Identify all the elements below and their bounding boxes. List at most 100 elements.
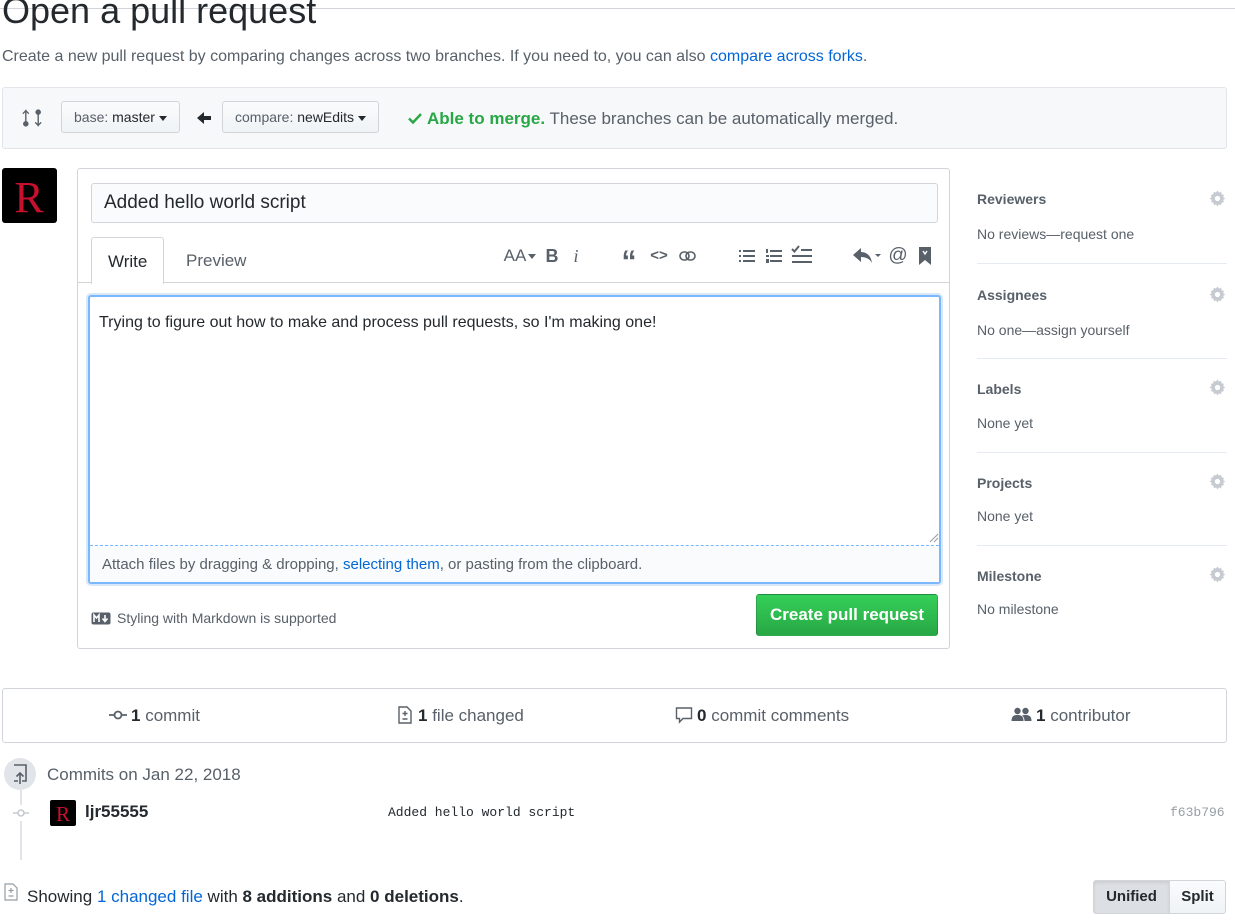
commit-comments-tab[interactable]: 0 commit comments bbox=[675, 705, 849, 727]
unordered-list-icon[interactable] bbox=[738, 247, 756, 265]
chevron-down-icon bbox=[158, 115, 167, 121]
header-text-button[interactable]: AA bbox=[502, 245, 538, 267]
labels-value: None yet bbox=[977, 415, 1034, 431]
sidebar-labels: Labels None yet bbox=[977, 359, 1227, 453]
projects-value: None yet bbox=[977, 508, 1034, 524]
labels-heading[interactable]: Labels bbox=[977, 380, 1021, 398]
reply-icon[interactable] bbox=[852, 246, 882, 266]
italic-button[interactable]: i bbox=[569, 245, 583, 267]
link-icon[interactable] bbox=[678, 247, 698, 265]
markdown-hint-text[interactable]: Styling with Markdown is supported bbox=[117, 610, 336, 626]
deletions-count: 0 deletions bbox=[370, 887, 459, 906]
title-input[interactable]: Added hello world script bbox=[91, 183, 938, 223]
markdown-hint: Styling with Markdown is supported bbox=[91, 609, 336, 627]
merge-status: Able to merge. These branches can be aut… bbox=[408, 108, 898, 130]
comment-icon bbox=[675, 707, 693, 724]
bookmark-icon[interactable] bbox=[918, 246, 932, 266]
commits-tab[interactable]: 1 commit bbox=[109, 705, 200, 727]
attach-text: Attach files by dragging & dropping, bbox=[102, 556, 343, 573]
sidebar-assignees: Assignees No one—assign yourself bbox=[977, 264, 1227, 359]
markdown-icon bbox=[91, 612, 111, 625]
comment-body-textarea[interactable] bbox=[88, 295, 941, 584]
timeline-line bbox=[20, 790, 22, 860]
base-value: master bbox=[112, 109, 155, 125]
compare-arrows-icon bbox=[22, 109, 42, 127]
milestone-heading[interactable]: Milestone bbox=[977, 567, 1042, 585]
milestone-value: No milestone bbox=[977, 601, 1059, 617]
tab-write[interactable]: Write bbox=[91, 237, 165, 284]
comment-body-text: Trying to figure out how to make and pro… bbox=[99, 314, 657, 331]
svg-text:R: R bbox=[56, 802, 70, 826]
merge-ok-text: Able to merge. bbox=[427, 109, 546, 128]
subtitle-text: Create a new pull request by comparing c… bbox=[2, 48, 710, 65]
sidebar-projects: Projects None yet bbox=[977, 453, 1227, 546]
files-changed-tab[interactable]: 1 file changed bbox=[396, 705, 524, 727]
avatar-letter-icon: R bbox=[14, 173, 44, 222]
gear-icon[interactable] bbox=[1209, 379, 1226, 396]
projects-heading[interactable]: Projects bbox=[977, 474, 1032, 492]
commits-label: commit bbox=[140, 706, 200, 725]
end-text: . bbox=[458, 887, 464, 906]
header-text-icon: AA bbox=[503, 246, 527, 265]
compare-across-forks-link[interactable]: compare across forks bbox=[710, 48, 863, 65]
gear-icon[interactable] bbox=[1209, 190, 1226, 207]
comments-label: commit comments bbox=[706, 706, 850, 725]
additions-count: 8 additions bbox=[242, 887, 333, 906]
ordered-list-icon[interactable] bbox=[765, 247, 783, 265]
commit-author-avatar[interactable]: R bbox=[50, 800, 76, 826]
commits-date-heading: Commits on Jan 22, 2018 bbox=[47, 765, 241, 784]
arrow-left-icon bbox=[197, 112, 211, 124]
tab-preview[interactable]: Preview bbox=[170, 237, 262, 283]
gear-icon[interactable] bbox=[1209, 286, 1226, 303]
gear-icon[interactable] bbox=[1209, 473, 1226, 490]
commit-message-link[interactable]: Added hello world script bbox=[388, 804, 575, 822]
unified-view-button[interactable]: Unified bbox=[1093, 880, 1170, 914]
task-list-icon[interactable] bbox=[791, 245, 813, 265]
subtitle-end: . bbox=[862, 48, 868, 65]
people-icon bbox=[1011, 707, 1032, 721]
avatar[interactable]: R bbox=[2, 168, 57, 223]
file-diff-icon bbox=[4, 883, 18, 901]
commit-sha-link[interactable]: f63b796 bbox=[1170, 804, 1225, 822]
chevron-down-icon bbox=[358, 115, 367, 121]
avatar-letter-icon: R bbox=[56, 802, 70, 826]
contributors-label: contributor bbox=[1045, 706, 1131, 725]
reviewers-heading[interactable]: Reviewers bbox=[977, 190, 1046, 208]
attach-text-end: , or pasting from the clipboard. bbox=[439, 556, 643, 573]
bold-button[interactable]: B bbox=[544, 245, 560, 267]
repo-push-icon bbox=[4, 758, 36, 790]
changed-files-link[interactable]: 1 changed file bbox=[97, 887, 203, 906]
file-diff-icon bbox=[398, 706, 412, 724]
and-text: and bbox=[332, 887, 371, 906]
selecting-them-link[interactable]: selecting them bbox=[343, 556, 440, 573]
overall-summary: 1 commit 1 file changed 0 commit comment… bbox=[2, 688, 1227, 743]
create-pull-request-button[interactable]: Create pull request bbox=[756, 594, 938, 636]
merge-note-text: These branches can be automatically merg… bbox=[545, 109, 899, 128]
base-branch-button[interactable]: base: master bbox=[61, 101, 180, 133]
code-button[interactable]: <> bbox=[648, 245, 670, 267]
files-label: file changed bbox=[427, 706, 524, 725]
svg-text:R: R bbox=[14, 173, 44, 222]
with-text: with bbox=[202, 887, 243, 906]
split-view-button[interactable]: Split bbox=[1169, 880, 1226, 914]
assignees-value: No one—assign yourself bbox=[977, 322, 1130, 338]
sidebar-milestone: Milestone No milestone bbox=[977, 546, 1227, 626]
base-label: base: bbox=[74, 109, 109, 125]
diff-summary: Showing 1 changed file with 8 additions … bbox=[27, 886, 464, 908]
sidebar-reviewers: Reviewers No reviews—request one bbox=[977, 180, 1227, 264]
quote-button[interactable]: “ bbox=[619, 245, 639, 278]
page-subtitle: Create a new pull request by comparing c… bbox=[2, 47, 867, 67]
chevron-down-icon bbox=[528, 254, 537, 260]
resize-handle-icon[interactable] bbox=[929, 533, 939, 543]
assignees-heading[interactable]: Assignees bbox=[977, 286, 1047, 304]
mention-button[interactable]: @ bbox=[887, 245, 909, 267]
compare-branch-button[interactable]: compare: newEdits bbox=[222, 101, 380, 133]
attach-files-hint: Attach files by dragging & dropping, sel… bbox=[90, 545, 939, 582]
gear-icon[interactable] bbox=[1209, 566, 1226, 583]
reviewers-value: No reviews—request one bbox=[977, 226, 1135, 242]
compare-label: compare: bbox=[235, 109, 294, 125]
commit-author-link[interactable]: ljr55555 bbox=[85, 801, 148, 823]
commit-icon bbox=[13, 805, 29, 821]
contributors-tab[interactable]: 1 contributor bbox=[1011, 705, 1131, 727]
check-icon bbox=[408, 113, 422, 125]
